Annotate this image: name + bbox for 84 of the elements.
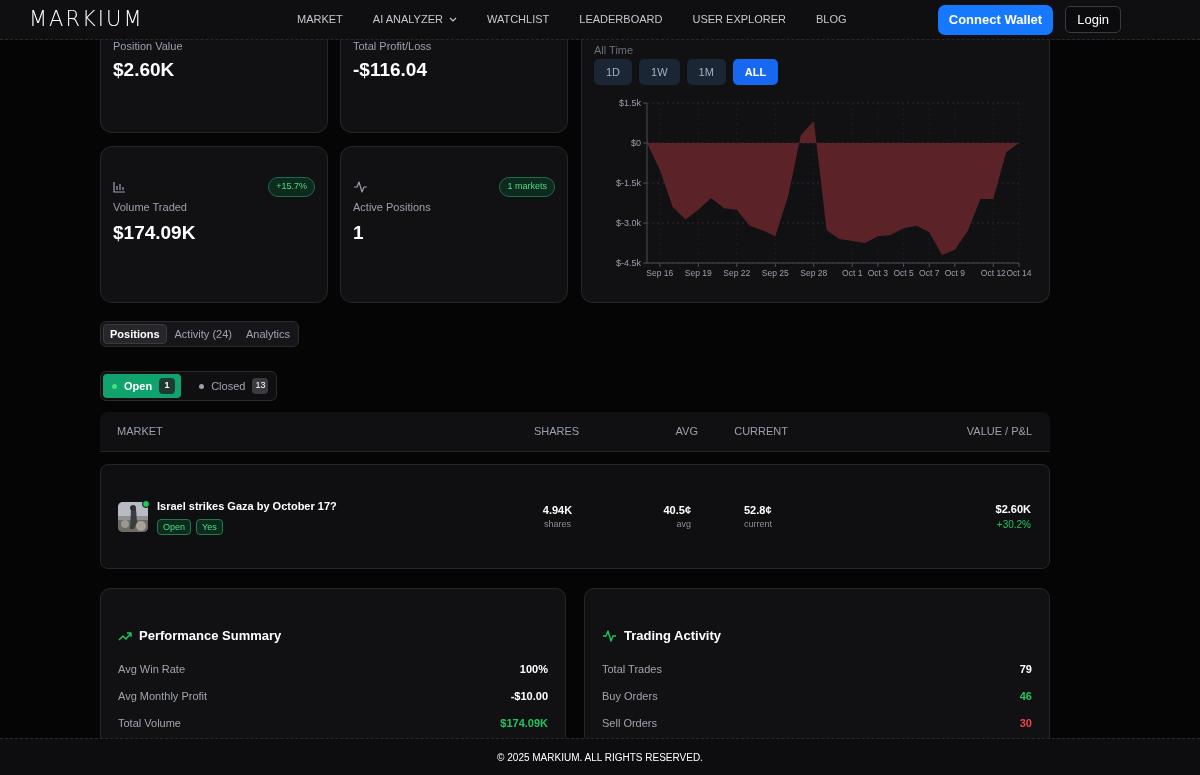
metric-value: 79 [1019,661,1032,677]
stat-value: $2.60K [113,58,176,82]
change-badge: 1 markets [499,177,555,197]
column-header: MARKET [116,424,164,440]
tab[interactable]: Analytics [240,324,296,344]
stat-label: Position Value [113,40,184,53]
range-tab[interactable]: 1D [594,59,633,85]
market-title: Israel strikes Gaza by October 17? [157,499,337,515]
tag: Open [157,518,192,535]
range-tab[interactable]: 1M [686,59,726,85]
x-tick-label: Oct 1 [842,268,863,278]
x-tick-label: Sep 16 [646,268,674,278]
cell-value: 4.94K [542,502,573,518]
connect-wallet-button[interactable]: Connect Wallet [937,4,1054,35]
tag: Yes [196,518,223,535]
tab[interactable]: Positions [103,324,167,344]
metric-value: 30 [1019,715,1032,731]
nav-link[interactable]: USER EXPLORER [692,11,786,28]
pnl-percent: +30.2% [996,518,1031,533]
metric-value: 46 [1019,688,1032,704]
metric-value: $174.09K [500,715,548,731]
metric-label: Avg Monthly Profit [118,688,208,704]
metric-value: 100% [519,661,548,677]
pulse-icon [602,629,617,643]
stat-value: -$116.04 [353,58,428,82]
count-badge: 1 [159,378,176,394]
card-title: Trading Activity [624,627,722,645]
y-tick-label: $-3.0k [616,218,641,228]
count-badge: 13 [252,378,269,394]
x-tick-label: Oct 9 [944,268,965,278]
bar-chart-icon [113,181,126,193]
filter-tab[interactable]: Open 1 [103,374,182,398]
x-tick-label: Oct 7 [919,268,940,278]
x-tick-label: Sep 19 [684,268,712,278]
metric-value: -$10.00 [510,688,548,704]
stat-value: 1 [353,220,365,245]
nav-link[interactable]: AI ANALYZER [372,11,457,28]
logo[interactable]: MARKIUM [29,3,139,36]
cell-caption: current [744,518,772,531]
stat-label: Volume Traded [113,200,188,215]
x-tick-label: Oct 3 [867,268,889,278]
column-header: AVG [674,424,698,440]
card-title: Performance Summary [139,627,282,645]
position-value: $2.60K [995,501,1031,517]
nav-link[interactable]: WATCHLIST [486,11,550,28]
metric-label: Avg Win Rate [118,661,186,677]
x-tick-label: Sep 22 [723,268,751,278]
y-tick-label: $-1.5k [616,178,641,188]
filter-tab[interactable]: Closed 13 [187,374,275,398]
stat-label: Active Positions [353,200,432,215]
tab[interactable]: Activity (24) [168,324,238,344]
cell-caption: shares [544,518,571,531]
cell-caption: avg [676,518,691,531]
nav-link[interactable]: BLOG [815,11,847,28]
y-tick-label: $1.5k [618,98,641,108]
x-tick-label: Oct 14 [1006,268,1032,278]
metric-label: Sell Orders [602,715,658,731]
pulse-icon [353,181,368,193]
trending-up-icon [118,630,132,641]
x-tick-label: Oct 12 [980,268,1006,278]
position-row[interactable]: Israel strikes Gaza by October 17? Open Yes 4.94K shares 40.5¢ avg 52.8¢ current $2.60K +30.2% [100,464,1050,569]
metric-label: Total Trades [602,661,662,677]
period-label: All Time [594,43,635,57]
column-header: VALUE / P&L [965,424,1033,440]
x-tick-label: Sep 28 [800,268,828,278]
change-badge: +15.7% [268,177,315,197]
y-tick-label: $0 [631,138,641,148]
x-tick-label: Oct 5 [893,268,914,278]
x-tick-label: Sep 25 [761,268,789,278]
nav-link[interactable]: MARKET [297,11,343,28]
column-header: CURRENT [733,424,788,440]
copyright-text: © 2025 MARKIUM. ALL RIGHTS RESERVED. [497,750,703,765]
range-tab[interactable]: 1W [639,59,680,85]
metric-label: Buy Orders [602,688,658,704]
login-button[interactable]: Login [1065,6,1121,33]
stat-label: Total Profit/Loss [353,40,433,53]
y-tick-label: $-4.5k [616,258,641,268]
stat-value: $174.09K [113,220,197,245]
nav-link[interactable]: LEADERBOARD [579,11,663,28]
metric-label: Total Volume [118,715,181,731]
range-tab[interactable]: ALL [732,59,779,85]
cell-value: 40.5¢ [663,502,691,518]
column-header: SHARES [532,424,581,440]
cell-value: 52.8¢ [744,502,772,518]
